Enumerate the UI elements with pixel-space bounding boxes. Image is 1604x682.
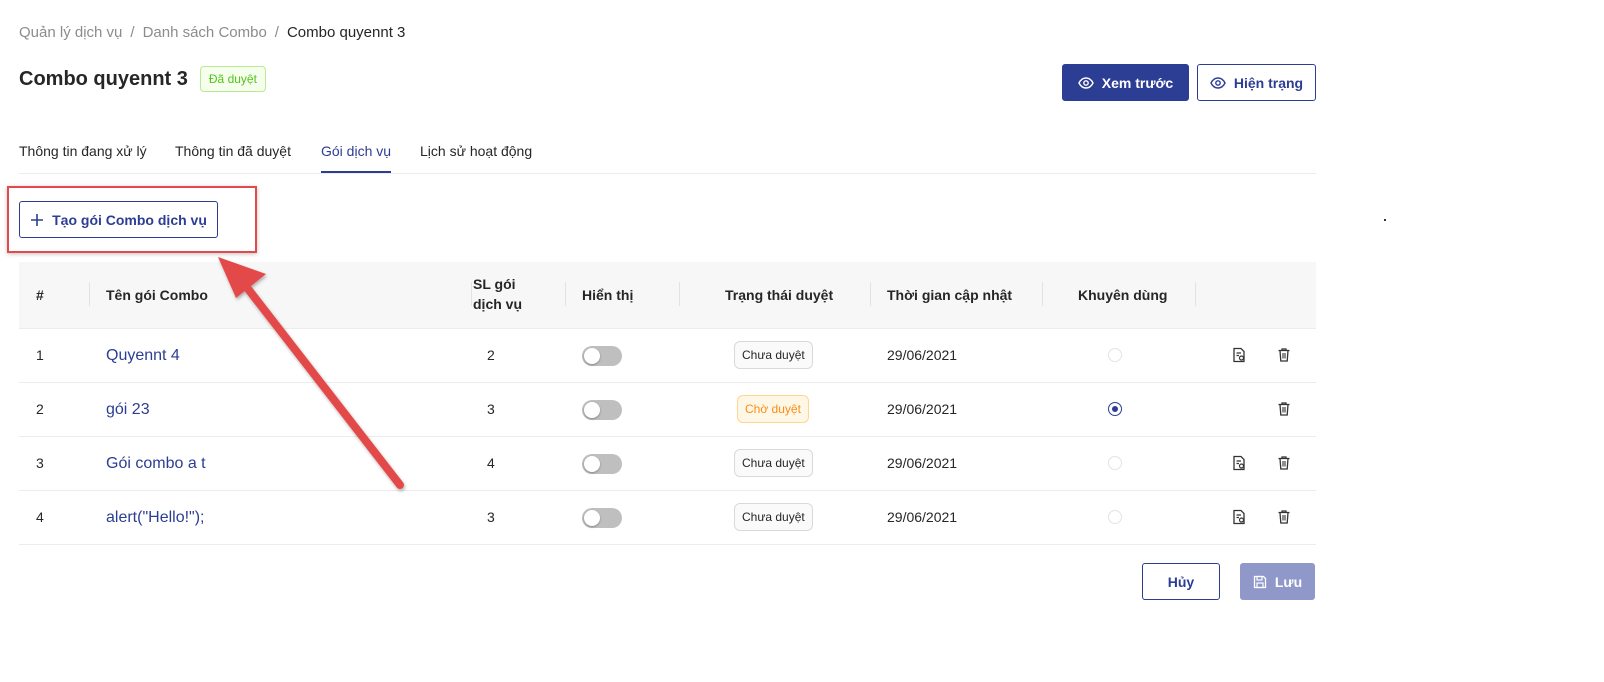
status-badge: Đã duyệt [199,66,266,92]
current-state-button-label: Hiện trạng [1233,74,1304,91]
row-index: 1 [36,347,44,363]
column-header-name: Tên gói Combo [106,287,208,303]
tab-activity-history[interactable]: Lịch sử hoạt động [420,143,532,171]
row-package-count: 3 [487,401,495,417]
stray-dot [1384,219,1386,221]
breadcrumb-separator: / [130,24,135,41]
breadcrumb-item-current: Combo quyennt 3 [286,24,406,41]
eye-icon [1077,76,1094,89]
cancel-button-label: Hủy [1167,573,1195,590]
save-button[interactable]: Lưu [1240,563,1315,600]
edit-document-icon[interactable] [1231,455,1247,471]
approval-status-badge: Chưa duyệt [734,341,813,369]
preview-button-label: Xem trước [1101,74,1174,91]
row-index: 3 [36,455,44,471]
row-name-link[interactable]: alert("Hello!"); [106,509,205,527]
column-header-updated-time: Thời gian cập nhật [887,287,1013,303]
recommended-radio[interactable] [1108,456,1122,470]
tab-approved-info[interactable]: Thông tin đã duyệt [175,143,291,171]
row-name-link[interactable]: Gói combo a t [106,455,206,473]
title-row: Combo quyennt 3 Đã duyệt [19,66,266,92]
trash-icon[interactable] [1276,401,1292,417]
approval-status-badge: Chờ duyệt [737,395,809,423]
trash-icon[interactable] [1276,509,1292,525]
edit-document-icon[interactable] [1231,509,1247,525]
column-header-recommended: Khuyên dùng [1078,287,1168,303]
row-package-count: 4 [487,455,495,471]
page-title: Combo quyennt 3 [19,67,188,90]
breadcrumb: Quản lý dịch vụ / Danh sách Combo / Combo qu… [19,24,405,41]
column-header-count: SL gói dịch vụ [473,276,523,312]
table-row: 2 gói 23 3 Chờ duyệt 29/06/2021 [19,383,1316,437]
recommended-radio[interactable] [1108,402,1122,416]
create-combo-package-label: Tạo gói Combo dịch vụ [52,211,207,228]
approval-status-badge: Chưa duyệt [734,449,813,477]
visibility-toggle[interactable] [582,508,622,528]
preview-button[interactable]: Xem trước [1062,64,1189,101]
recommended-radio[interactable] [1108,348,1122,362]
table-row: 1 Quyennt 4 2 Chưa duyệt 29/06/2021 [19,329,1316,383]
column-header-approval-status: Trạng thái duyệt [725,287,834,303]
row-updated-time: 29/06/2021 [887,401,958,417]
tab-service-packages[interactable]: Gói dịch vụ [321,143,392,173]
row-package-count: 2 [487,347,495,363]
cancel-button[interactable]: Hủy [1142,563,1220,600]
table-row: 3 Gói combo a t 4 Chưa duyệt 29/06/2021 [19,437,1316,491]
visibility-toggle[interactable] [582,454,622,474]
breadcrumb-item-services[interactable]: Quản lý dịch vụ [19,24,122,41]
row-name-link[interactable]: Quyennt 4 [106,347,180,365]
table-header: # Tên gói Combo SL gói dịch vụ Hiển thị … [19,262,1316,329]
row-updated-time: 29/06/2021 [887,347,958,363]
row-updated-time: 29/06/2021 [887,509,958,525]
eye-icon [1210,76,1226,89]
column-header-index: # [36,287,44,303]
save-button-label: Lưu [1274,573,1303,590]
trash-icon[interactable] [1276,347,1292,363]
breadcrumb-item-combo-list[interactable]: Danh sách Combo [143,24,267,41]
edit-document-icon[interactable] [1231,347,1247,363]
create-combo-package-button[interactable]: Tạo gói Combo dịch vụ [19,201,218,238]
breadcrumb-separator: / [274,24,279,41]
tab-bar: Thông tin đang xử lý Thông tin đã duyệt … [19,128,1316,174]
row-name-link[interactable]: gói 23 [106,401,150,419]
row-package-count: 3 [487,509,495,525]
column-header-visible: Hiển thị [582,287,634,303]
approval-status-badge: Chưa duyệt [734,503,813,531]
current-state-button[interactable]: Hiện trạng [1197,64,1316,101]
tab-processing-info[interactable]: Thông tin đang xử lý [19,143,147,171]
row-index: 4 [36,509,44,525]
save-icon [1253,575,1267,588]
recommended-radio[interactable] [1108,510,1122,524]
combo-package-table: # Tên gói Combo SL gói dịch vụ Hiển thị … [19,262,1316,545]
visibility-toggle[interactable] [582,346,622,366]
row-updated-time: 29/06/2021 [887,455,958,471]
plus-icon [31,213,44,226]
row-index: 2 [36,401,44,417]
trash-icon[interactable] [1276,455,1292,471]
table-row: 4 alert("Hello!"); 3 Chưa duyệt 29/06/20… [19,491,1316,545]
visibility-toggle[interactable] [582,400,622,420]
